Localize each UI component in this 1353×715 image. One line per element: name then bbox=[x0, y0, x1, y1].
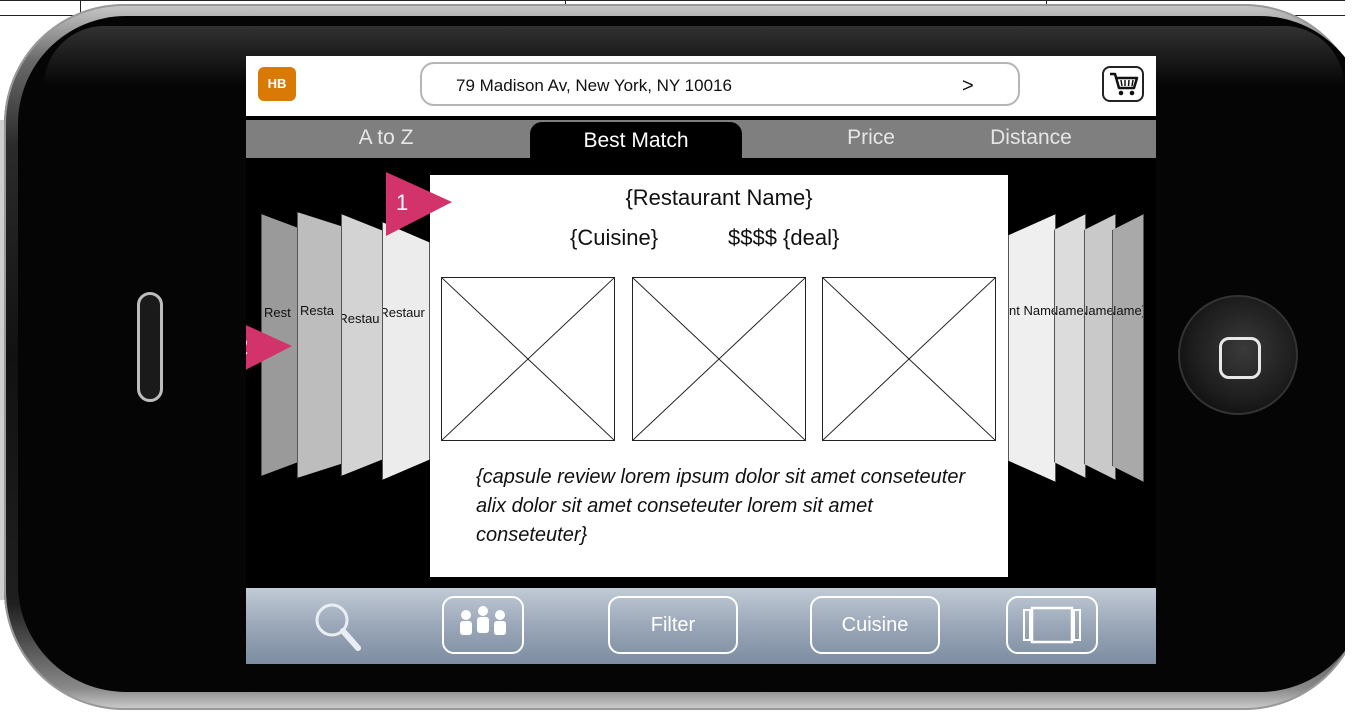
coverflow-card-left[interactable]: Resta bbox=[297, 212, 347, 478]
coverflow-icon bbox=[1023, 606, 1081, 644]
tab-best-match[interactable]: Best Match bbox=[530, 122, 742, 158]
restaurant-name: {Restaurant Name} bbox=[625, 185, 813, 210]
earpiece-slot bbox=[137, 292, 163, 402]
coverflow-card-left[interactable]: {Restaur bbox=[382, 222, 430, 480]
tab-price[interactable]: Price bbox=[806, 122, 936, 158]
capsule-review: {capsule review lorem ipsum dolor sit am… bbox=[476, 466, 966, 546]
home-button[interactable] bbox=[1178, 295, 1298, 415]
image-placeholder bbox=[632, 277, 806, 441]
coverflow-view-button[interactable] bbox=[1006, 596, 1098, 654]
tab-a-to-z[interactable]: A to Z bbox=[326, 122, 446, 158]
card-title: Resta bbox=[300, 303, 334, 318]
group-button[interactable] bbox=[442, 596, 524, 654]
coverflow-card-right[interactable]: Name} bbox=[1054, 214, 1086, 478]
card-title: nt Name} bbox=[1009, 303, 1055, 318]
sort-tab-bar: A to Z Best Match Price Distance bbox=[246, 120, 1156, 158]
marker-shape bbox=[246, 325, 292, 370]
card-title: Name} bbox=[1055, 303, 1086, 318]
search-icon bbox=[315, 603, 361, 651]
people-icon bbox=[460, 606, 506, 635]
restaurant-cuisine: {Cuisine} bbox=[570, 225, 659, 250]
coverflow-card-right[interactable]: Name} bbox=[1084, 214, 1116, 480]
coverflow-card-left[interactable]: {Restau bbox=[341, 214, 387, 476]
image-placeholder-icon bbox=[632, 277, 806, 441]
cuisine-button[interactable]: Cuisine bbox=[810, 596, 940, 654]
image-placeholder bbox=[822, 277, 996, 441]
card-title: {Restau bbox=[342, 311, 380, 326]
bottom-toolbar: Filter Cuisine bbox=[246, 588, 1156, 664]
image-placeholder-icon bbox=[822, 277, 996, 441]
tab-distance[interactable]: Distance bbox=[956, 122, 1106, 158]
filter-button[interactable]: Filter bbox=[608, 596, 738, 654]
app-screen: HB 79 Madison Av, New York, NY 10016 > A… bbox=[246, 56, 1156, 664]
marker-number: 2 bbox=[246, 334, 248, 360]
address-text: 79 Madison Av, New York, NY 10016 bbox=[456, 76, 732, 95]
annotation-marker-2: 2 bbox=[246, 316, 292, 380]
coverflow-card-right[interactable]: Name} bbox=[1112, 214, 1144, 482]
card-title: Name} bbox=[1085, 303, 1116, 318]
card-title: Name} bbox=[1113, 303, 1144, 318]
annotation-marker-1: 1 bbox=[382, 172, 452, 236]
cart-icon bbox=[1110, 72, 1139, 96]
card-title: {Restaur bbox=[383, 305, 425, 320]
address-bar[interactable]: 79 Madison Av, New York, NY 10016 > bbox=[420, 62, 1020, 106]
marker-number: 1 bbox=[396, 190, 409, 215]
search-button[interactable] bbox=[310, 598, 370, 654]
address-arrow-icon[interactable]: > bbox=[962, 75, 974, 98]
restaurant-card[interactable]: {Restaurant Name} {Cuisine} $$$$ {deal} … bbox=[430, 175, 1008, 577]
hb-logo[interactable]: HB bbox=[258, 67, 296, 101]
cart-button[interactable] bbox=[1102, 66, 1144, 102]
image-placeholder bbox=[441, 277, 615, 441]
restaurant-price-deal: $$$$ {deal} bbox=[728, 225, 840, 250]
coverflow-card-right[interactable]: nt Name} bbox=[1008, 214, 1056, 482]
page-right-edge bbox=[1345, 0, 1353, 715]
image-placeholder-icon bbox=[441, 277, 615, 441]
home-square-icon bbox=[1219, 337, 1261, 379]
marker-shape bbox=[386, 172, 452, 236]
app-header: HB 79 Madison Av, New York, NY 10016 > bbox=[246, 56, 1156, 116]
